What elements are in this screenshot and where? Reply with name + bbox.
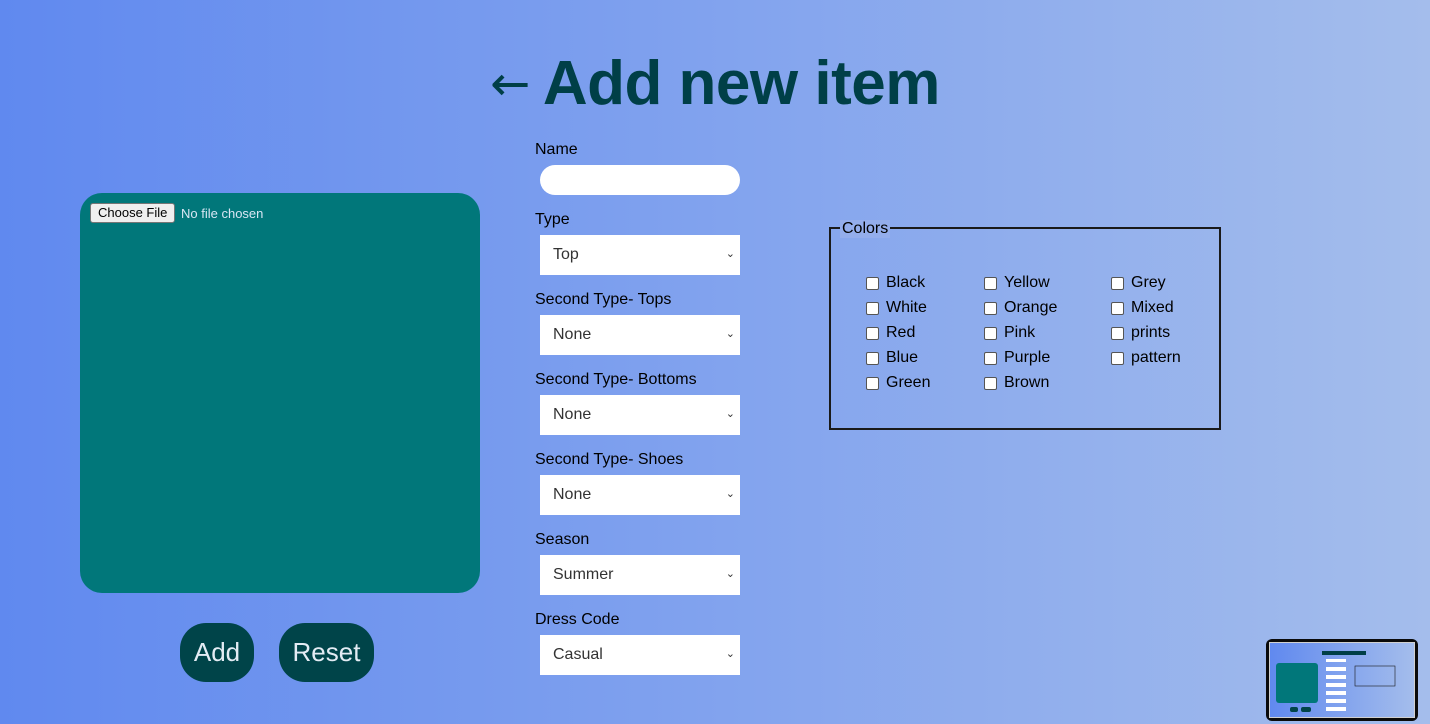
color-checkbox-mixed[interactable]: Mixed (1111, 298, 1174, 318)
color-label: Mixed (1131, 299, 1174, 316)
color-label: Grey (1131, 274, 1166, 291)
second-type-bottoms-select[interactable]: None ⌄ (540, 395, 740, 435)
color-checkbox-orange[interactable]: Orange (984, 298, 1057, 318)
dress-code-select-value: Casual (553, 646, 603, 663)
color-label: pattern (1131, 349, 1181, 366)
color-label: Purple (1004, 349, 1051, 366)
color-checkbox-red[interactable]: Red (866, 323, 915, 343)
chevron-down-icon: ⌄ (725, 407, 735, 420)
color-label: Pink (1004, 324, 1036, 341)
type-select[interactable]: Top ⌄ (540, 235, 740, 275)
color-label: White (886, 299, 927, 316)
color-label: prints (1131, 324, 1171, 341)
color-checkbox-green[interactable]: Green (866, 373, 930, 393)
color-label: Black (886, 274, 926, 291)
checkbox[interactable] (984, 351, 997, 365)
second-type-bottoms-label: Second Type- Bottoms (535, 371, 697, 388)
add-button[interactable]: Add (180, 623, 254, 682)
color-label: Brown (1004, 374, 1050, 391)
second-type-tops-select[interactable]: None ⌄ (540, 315, 740, 355)
color-checkbox-yellow[interactable]: Yellow (984, 273, 1050, 293)
checkbox[interactable] (1111, 326, 1124, 340)
chevron-down-icon: ⌄ (725, 327, 735, 340)
preview-drawing (1276, 651, 1396, 712)
color-checkbox-prints[interactable]: prints (1111, 323, 1170, 343)
reset-button[interactable]: Reset (279, 623, 374, 682)
second-type-shoes-value: None (553, 486, 592, 503)
colors-legend: Colors (840, 220, 891, 238)
color-checkbox-purple[interactable]: Purple (984, 348, 1050, 368)
checkbox[interactable] (866, 301, 879, 315)
preview-canvas (1269, 642, 1415, 718)
season-select[interactable]: Summer ⌄ (540, 555, 740, 595)
page-header: ← Add new item (0, 48, 1430, 119)
checkbox[interactable] (984, 326, 997, 340)
season-select-value: Summer (553, 566, 614, 583)
color-checkbox-grey[interactable]: Grey (1111, 273, 1166, 293)
checkbox[interactable] (866, 376, 879, 390)
color-checkbox-pattern[interactable]: pattern (1111, 348, 1181, 368)
name-input[interactable] (540, 165, 740, 195)
checkbox[interactable] (984, 276, 997, 290)
checkbox[interactable] (984, 301, 997, 315)
chevron-down-icon: ⌄ (725, 487, 735, 500)
second-type-shoes-select[interactable]: None ⌄ (540, 475, 740, 515)
chevron-down-icon: ⌄ (725, 647, 735, 660)
chevron-down-icon: ⌄ (725, 247, 735, 260)
color-checkbox-black[interactable]: Black (866, 273, 925, 293)
arrow-left-icon[interactable]: ← (490, 56, 530, 112)
name-label: Name (535, 141, 578, 158)
color-label: Orange (1004, 299, 1058, 316)
dress-code-select[interactable]: Casual ⌄ (540, 635, 740, 675)
color-label: Green (886, 374, 931, 391)
checkbox[interactable] (984, 376, 997, 390)
page-preview-thumbnail[interactable] (1266, 639, 1418, 721)
color-checkbox-blue[interactable]: Blue (866, 348, 918, 368)
checkbox[interactable] (1111, 351, 1124, 365)
chevron-down-icon: ⌄ (725, 567, 735, 580)
dress-code-label: Dress Code (535, 611, 620, 628)
type-label: Type (535, 211, 570, 228)
second-type-bottoms-value: None (553, 406, 592, 423)
checkbox[interactable] (866, 326, 879, 340)
color-checkbox-pink[interactable]: Pink (984, 323, 1035, 343)
color-checkbox-brown[interactable]: Brown (984, 373, 1049, 393)
second-type-tops-value: None (553, 326, 592, 343)
file-status-text: No file chosen (181, 206, 264, 221)
type-select-value: Top (553, 246, 579, 263)
checkbox[interactable] (1111, 276, 1124, 290)
choose-file-button[interactable]: Choose File (90, 203, 176, 223)
page-title: Add new item (542, 49, 941, 118)
second-type-shoes-label: Second Type- Shoes (535, 451, 684, 468)
color-label: Blue (886, 349, 919, 366)
second-type-tops-label: Second Type- Tops (535, 291, 672, 308)
checkbox[interactable] (1111, 301, 1124, 315)
color-checkbox-white[interactable]: White (866, 298, 927, 318)
season-label: Season (535, 531, 590, 548)
color-label: Red (886, 324, 916, 341)
color-label: Yellow (1004, 274, 1050, 291)
checkbox[interactable] (866, 351, 879, 365)
image-upload-panel[interactable]: Choose File No file chosen (80, 193, 480, 593)
checkbox[interactable] (866, 276, 879, 290)
